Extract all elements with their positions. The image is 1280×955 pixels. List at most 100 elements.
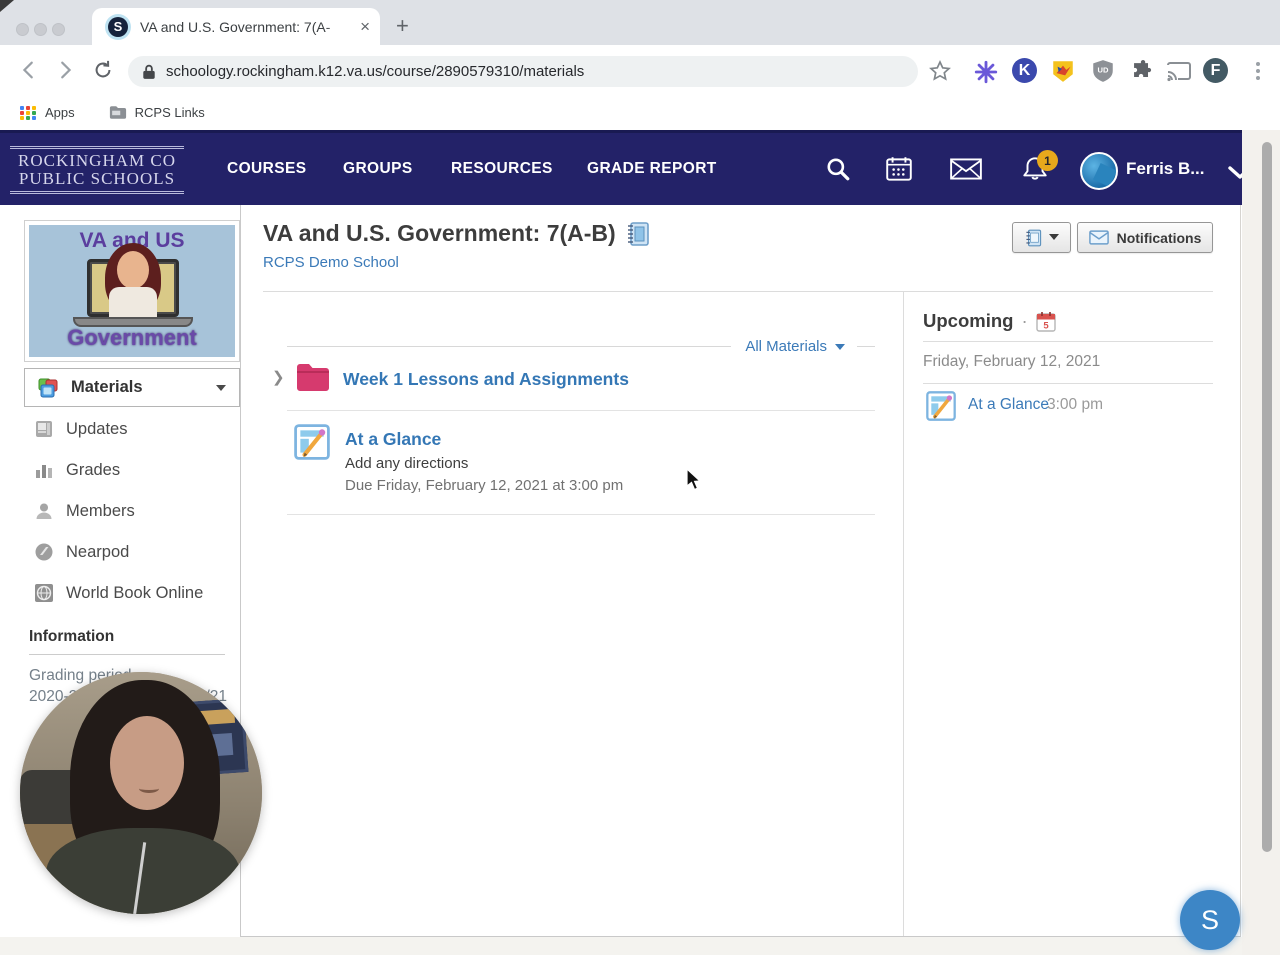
folder-expand-chevron[interactable]: ❯	[272, 368, 285, 386]
rcps-links-bookmark[interactable]: RCPS Links	[135, 105, 205, 120]
url-bar[interactable]: schoology.rockingham.k12.va.us/course/28…	[128, 56, 918, 87]
sidebar-item-label: World Book Online	[66, 583, 204, 602]
school-link[interactable]: RCPS Demo School	[263, 254, 399, 271]
maximize-window-button[interactable]	[52, 23, 65, 36]
materials-view-dropdown-button[interactable]	[1012, 222, 1071, 253]
notifications-envelope-icon	[1088, 230, 1109, 245]
lock-icon	[143, 64, 155, 79]
bitmoji-body	[109, 287, 157, 321]
page-bottom-margin	[0, 937, 1242, 955]
course-image-art: VA and US Government	[29, 225, 235, 357]
svg-text:5: 5	[1043, 320, 1049, 331]
page-title: VA and U.S. Government: 7(A-B)	[263, 220, 650, 247]
sidebar-item-label: Grades	[66, 460, 121, 479]
screen: S VA and U.S. Government: 7(A- × + schoo…	[0, 0, 1280, 955]
browser-profile-avatar[interactable]: F	[1203, 58, 1228, 83]
tab-close-icon[interactable]: ×	[360, 18, 370, 35]
sidebar-item-updates[interactable]: Updates	[33, 416, 127, 442]
apps-bookmark[interactable]: Apps	[45, 105, 75, 120]
upcoming-event-link[interactable]: At a Glance	[968, 396, 1049, 414]
materials-caret-icon	[216, 384, 226, 391]
assignment-icon[interactable]	[294, 424, 330, 460]
messages-icon[interactable]	[948, 151, 984, 187]
webcam-overlay	[20, 672, 262, 914]
assignment-link[interactable]: At a Glance	[345, 429, 441, 450]
updates-icon	[33, 419, 54, 440]
user-avatar[interactable]	[1080, 152, 1118, 190]
notification-count-badge[interactable]: 1	[1037, 150, 1058, 171]
webcam-person-shirt	[46, 828, 240, 914]
course-title-text: VA and U.S. Government: 7(A-B)	[263, 220, 616, 246]
content-frame	[240, 205, 1241, 937]
reload-icon[interactable]	[92, 59, 114, 81]
materials-filter-row: All Materials	[287, 338, 875, 355]
filter-caret-icon[interactable]	[835, 343, 845, 350]
minimize-window-button[interactable]	[34, 23, 47, 36]
sidebar-item-materials[interactable]: Materials	[24, 368, 240, 407]
webcam-person-smile	[139, 784, 159, 793]
calendar-icon[interactable]	[881, 151, 917, 187]
upcoming-date: Friday, February 12, 2021	[923, 353, 1101, 370]
sidebar-item-label: Members	[66, 501, 135, 520]
sidebar-item-members[interactable]: Members	[33, 498, 135, 524]
browser-tab-strip: S VA and U.S. Government: 7(A- × +	[0, 0, 1280, 45]
row-divider	[287, 514, 875, 515]
information-heading: Information	[29, 628, 225, 655]
nav-grade-report[interactable]: GRADE REPORT	[587, 133, 717, 205]
nav-courses[interactable]: COURSES	[227, 133, 306, 205]
upcoming-calendar-icon[interactable]: 5	[1035, 311, 1056, 332]
district-logo[interactable]: ROCKINGHAM CO PUBLIC SCHOOLS	[10, 146, 184, 194]
course-image-title-bottom: Government	[67, 325, 197, 350]
search-icon[interactable]	[820, 151, 856, 187]
browser-menu-kebab-icon[interactable]	[1246, 59, 1270, 83]
upcoming-divider	[923, 383, 1213, 384]
extensions-puzzle-icon[interactable]	[1128, 58, 1154, 84]
extension-kami-icon[interactable]: K	[1012, 58, 1037, 83]
svg-text:UD: UD	[1098, 66, 1109, 75]
extension-yellow-shield-icon[interactable]	[1050, 58, 1076, 84]
url-text: schoology.rockingham.k12.va.us/course/28…	[166, 63, 585, 80]
sidebar-item-label: Materials	[71, 378, 143, 396]
upcoming-separator: ·	[1021, 310, 1028, 331]
nav-groups[interactable]: GROUPS	[343, 133, 413, 205]
assignment-description: Add any directions	[345, 455, 469, 472]
browser-tab[interactable]: S VA and U.S. Government: 7(A- ×	[92, 8, 380, 45]
bookmark-star-icon[interactable]	[928, 59, 952, 83]
sidebar-item-world-book[interactable]: World Book Online	[33, 580, 203, 606]
mouse-cursor	[686, 468, 702, 491]
forward-icon[interactable]	[54, 59, 76, 81]
row-divider	[287, 410, 875, 411]
sidebar-item-nearpod[interactable]: Nearpod	[33, 539, 129, 565]
upcoming-heading-text: Upcoming	[923, 310, 1014, 331]
bookmark-folder-icon[interactable]	[109, 105, 127, 120]
upcoming-assignment-icon[interactable]	[926, 391, 956, 421]
course-image[interactable]: VA and US Government	[24, 220, 240, 362]
scrollbar-thumb[interactable]	[1262, 142, 1272, 852]
sidebar-item-grades[interactable]: Grades	[33, 457, 120, 483]
back-icon[interactable]	[18, 59, 40, 81]
upcoming-event-time: 3:00 pm	[1047, 396, 1104, 413]
world-book-icon	[33, 583, 54, 604]
user-name[interactable]: Ferris B...	[1126, 133, 1204, 205]
notifications-button[interactable]: Notifications	[1077, 222, 1213, 253]
close-window-button[interactable]	[16, 23, 29, 36]
folder-icon[interactable]	[295, 362, 331, 393]
filter-rule-left	[287, 346, 732, 347]
sidebar-item-label: Nearpod	[66, 542, 130, 561]
screencast-widget[interactable]: S	[1180, 890, 1240, 950]
apps-grid-icon[interactable]	[20, 105, 37, 120]
desktop-corner	[0, 0, 14, 12]
materials-filter-dropdown[interactable]: All Materials	[745, 338, 827, 355]
cast-icon[interactable]	[1166, 59, 1192, 83]
extension-ud-shield-icon[interactable]: UD	[1090, 58, 1116, 84]
new-tab-button[interactable]: +	[396, 15, 409, 37]
folder-link[interactable]: Week 1 Lessons and Assignments	[343, 369, 629, 390]
extension-starburst-icon[interactable]	[973, 59, 999, 85]
schoology-navbar: ROCKINGHAM CO PUBLIC SCHOOLS COURSES GRO…	[0, 130, 1280, 205]
grades-icon	[33, 460, 54, 481]
upcoming-divider	[923, 341, 1213, 342]
sidebar-item-label: Updates	[66, 419, 128, 438]
column-divider	[903, 291, 904, 936]
webcam-person-face	[110, 716, 184, 810]
nav-resources[interactable]: RESOURCES	[451, 133, 553, 205]
